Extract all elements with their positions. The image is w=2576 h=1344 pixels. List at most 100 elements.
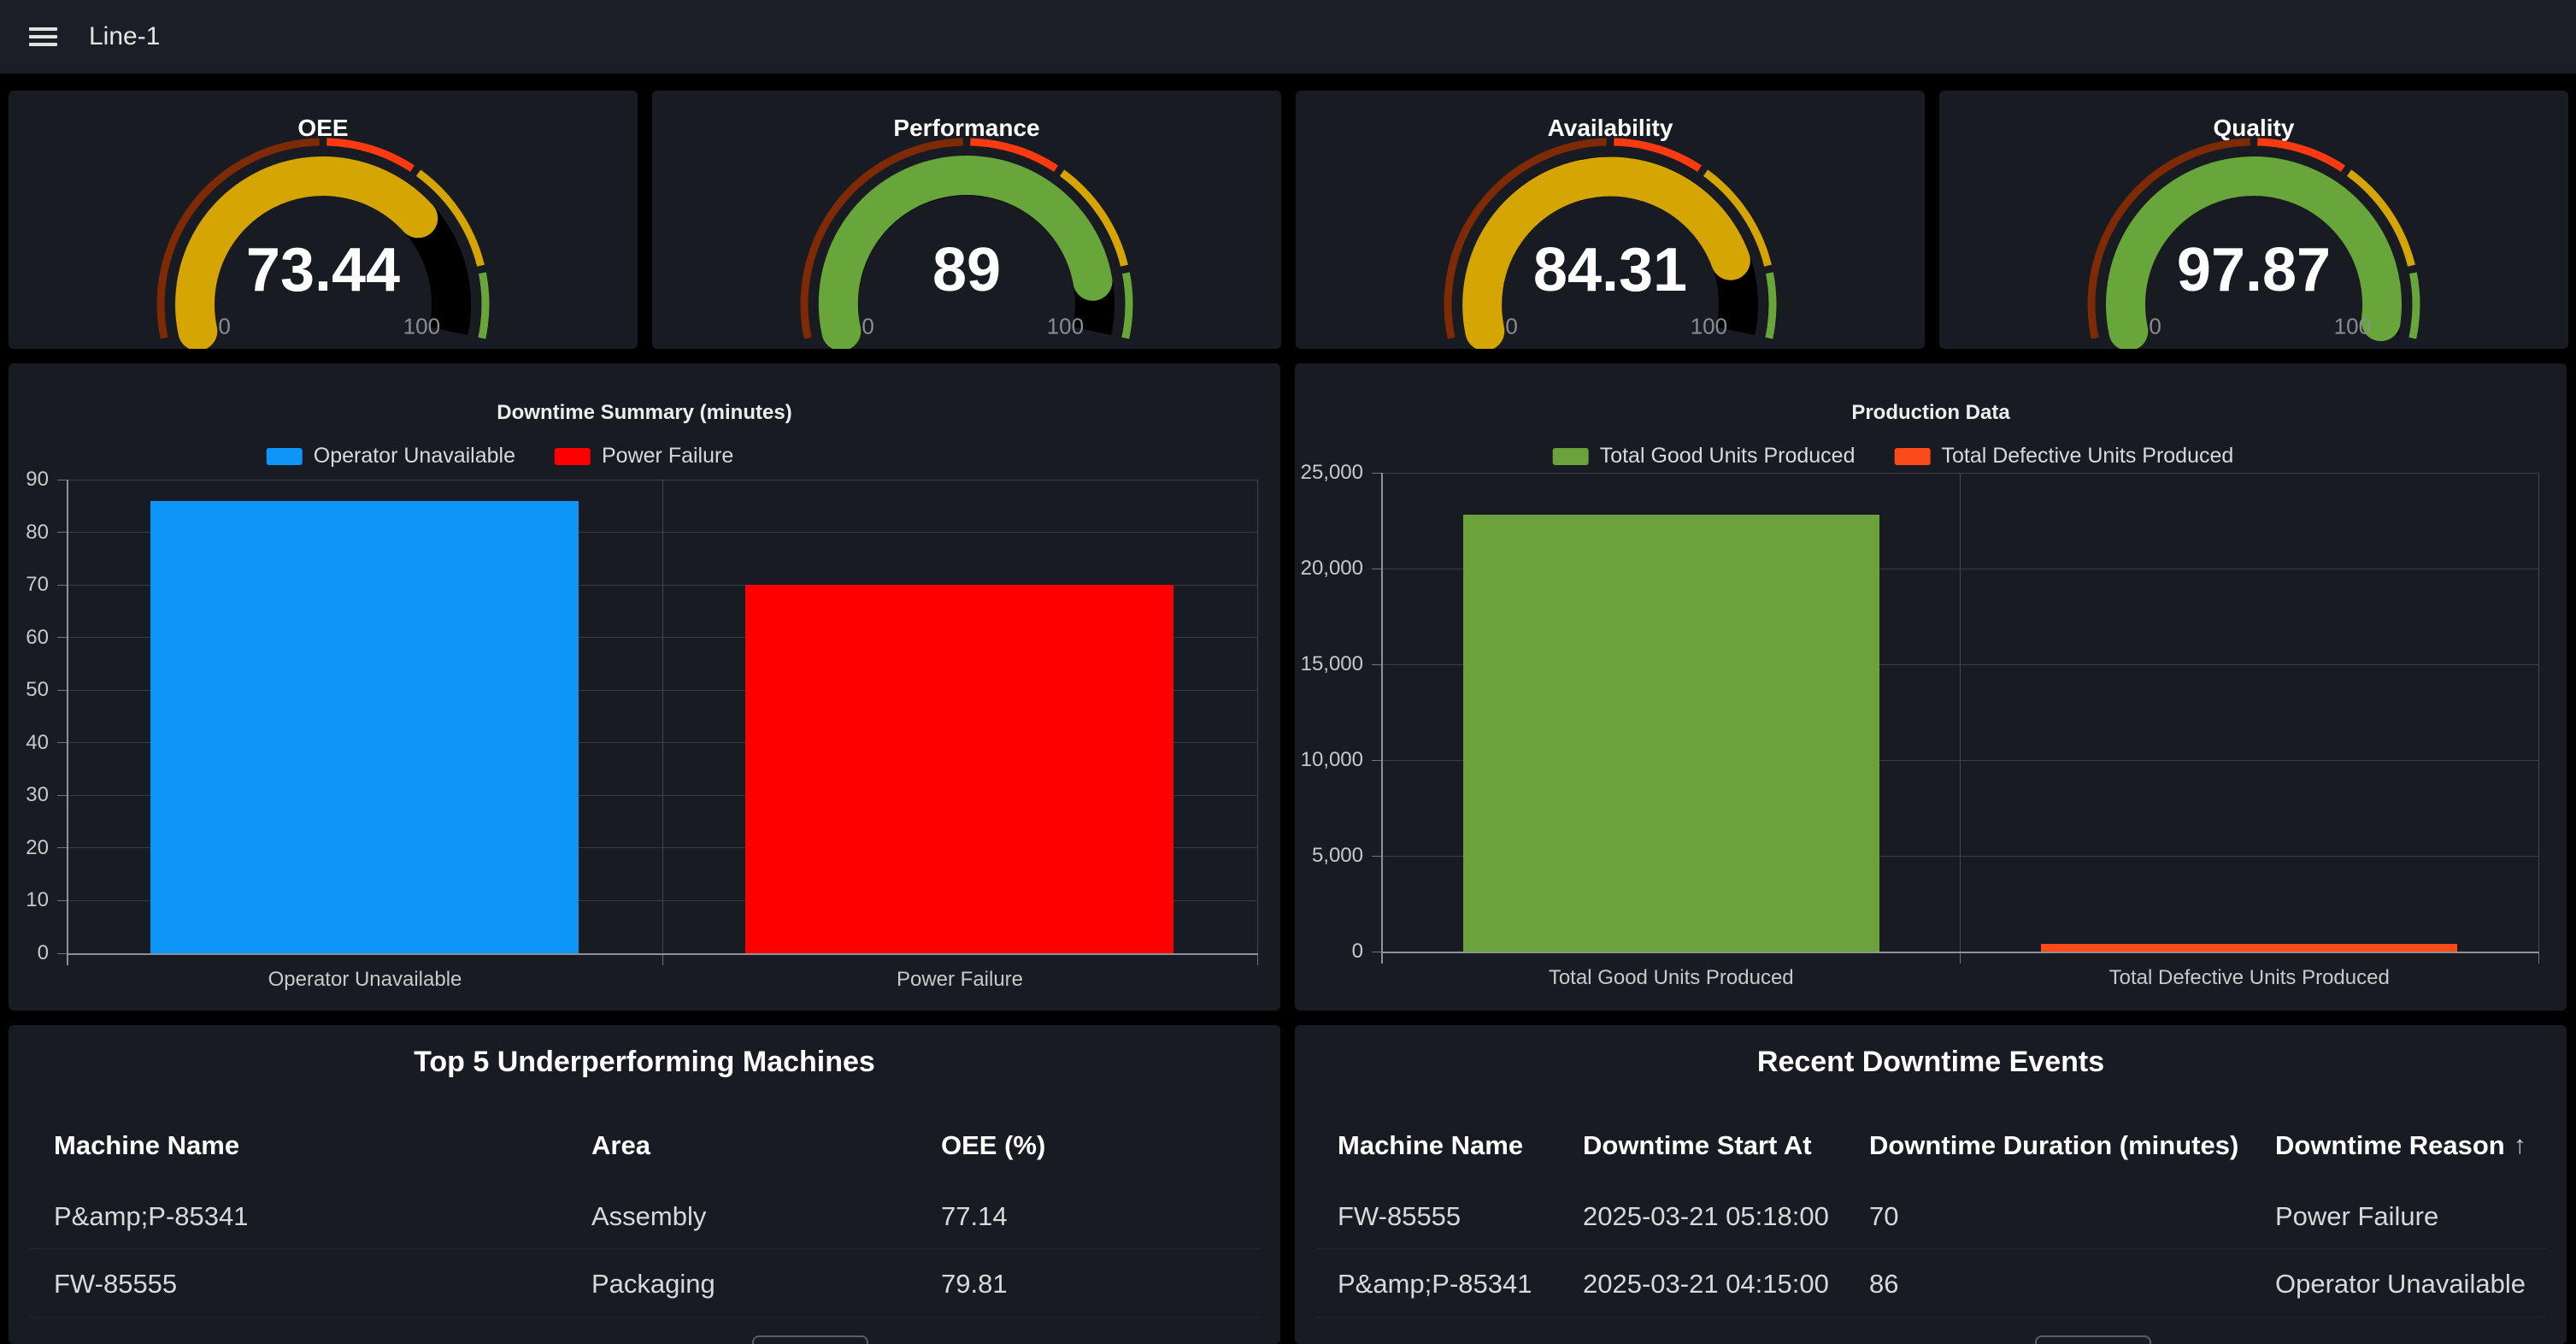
gauge-svg: 0 100 89 (652, 91, 1281, 349)
production-bar-chart: 05,00010,00015,00020,00025,000Total Good… (1295, 363, 2567, 1011)
table-cell: 77.14 (941, 1200, 1008, 1233)
panel-performance: Performance 010089 (652, 91, 1281, 349)
recent-downtime-events-table: Machine Name Downtime Start At Downtime Du… (1295, 1025, 2567, 1344)
hamburger-menu-icon (29, 27, 56, 46)
x-axis-line (67, 953, 1258, 955)
y-tick-label: 40 (9, 730, 49, 756)
y-tick-label: 5,000 (1295, 843, 1363, 869)
category-separator-line (1960, 473, 1961, 952)
gauge-svg: 010073.44 (9, 91, 638, 349)
y-tick-label: 10 (9, 887, 49, 913)
table-cell: Packaging (591, 1268, 715, 1300)
gauge-value-text: 84.31 (1533, 236, 1687, 304)
y-tick-label: 90 (9, 467, 49, 492)
table-cell: Assembly (591, 1200, 706, 1233)
panel-downtime-summary: Downtime Summary (minutes) Operator Unav… (9, 363, 1280, 1011)
dashboard-title: Line-1 (89, 0, 160, 74)
y-tick-label: 50 (9, 677, 49, 703)
column-header[interactable]: Downtime Duration (minutes) (1869, 1129, 2238, 1162)
gauge-svg: 0 10084.31 (1296, 91, 1925, 349)
panel-underperforming-machines: Top 5 Underperforming Machines Machine N… (9, 1025, 1280, 1344)
table-cell: FW-85555 (54, 1268, 177, 1300)
table-cell: 2025-03-21 04:15:00 (1583, 1268, 1829, 1300)
category-separator-line (2538, 473, 2539, 952)
table-cell: P&amp;P-85341 (54, 1200, 248, 1233)
column-header[interactable]: Downtime Start At (1583, 1129, 1812, 1162)
downtime-bar-chart: 0102030405060708090Operator UnavailableP… (9, 363, 1280, 1011)
gauge-min-label: 0 (218, 314, 230, 339)
top-bar: Line-1 (0, 0, 2576, 74)
column-header[interactable]: OEE (%) (941, 1129, 1045, 1162)
column-header[interactable]: Downtime Reason ↑ (2275, 1129, 2526, 1162)
y-tick-label: 30 (9, 782, 49, 808)
y-tick-label: 70 (9, 572, 49, 598)
pagination-button[interactable] (2035, 1335, 2151, 1344)
x-axis-tick (2538, 953, 2539, 964)
menu-button[interactable] (22, 17, 63, 56)
bar (2041, 944, 2457, 952)
category-separator-line (1257, 480, 1258, 953)
underperforming-machines-table: Machine Name Area OEE (%) P&amp;P-85341 Asse… (9, 1025, 1280, 1344)
panel-quality: Quality 010097.87 (1939, 91, 2568, 349)
y-tick-label: 10,000 (1295, 747, 1363, 773)
table-cell: Operator Unavailable (2275, 1268, 2526, 1300)
row-separator (1315, 1248, 2546, 1249)
gauge-max-label: 100 (1691, 314, 1727, 339)
x-axis-tick (1960, 953, 1961, 964)
y-tick-label: 25,000 (1295, 460, 1363, 486)
column-header-label: Area (591, 1129, 650, 1162)
oee-gauge: 010073.44 (9, 91, 638, 349)
gauge-threshold-arc (482, 273, 485, 338)
column-header[interactable]: Machine Name (1338, 1129, 1523, 1162)
table-cell: P&amp;P-85341 (1338, 1268, 1532, 1300)
table-cell: FW-85555 (1338, 1200, 1461, 1233)
y-tick-label: 20 (9, 835, 49, 861)
x-axis-line (1381, 952, 2539, 953)
column-header-label: Downtime Start At (1583, 1129, 1812, 1162)
y-axis-line (67, 480, 68, 965)
table-cell: 2025-03-21 05:18:00 (1583, 1200, 1829, 1233)
x-category-label: Power Failure (662, 967, 1257, 993)
bar (1463, 515, 1879, 952)
x-axis-tick (1257, 955, 1258, 965)
table-cell: 86 (1869, 1268, 1898, 1300)
panel-recent-downtime-events: Recent Downtime Events Machine NameDownt… (1295, 1025, 2567, 1344)
bar (150, 501, 579, 953)
gauge-threshold-arc (1126, 273, 1129, 338)
x-axis-tick (662, 955, 663, 965)
row-separator (29, 1248, 1260, 1249)
table-cell: 70 (1869, 1200, 1898, 1233)
column-header[interactable]: Area (591, 1129, 650, 1162)
category-separator-line (662, 480, 663, 953)
gauge-value-text: 89 (932, 236, 1001, 304)
column-header-label: Machine Name (54, 1129, 239, 1162)
gauge-max-label: 100 (1047, 314, 1084, 339)
x-category-label: Total Good Units Produced (1382, 965, 1961, 991)
y-tick-label: 20,000 (1295, 556, 1363, 581)
x-category-label: Total Defective Units Produced (1961, 965, 2539, 991)
y-tick-label: 80 (9, 520, 49, 545)
gauge-min-label: 0 (2149, 314, 2161, 339)
quality-gauge: 010097.87 (1939, 91, 2568, 349)
table-cell: Power Failure (2275, 1200, 2438, 1233)
sort-ascending-icon: ↑ (2514, 1129, 2526, 1162)
gauge-min-label: 0 (862, 314, 873, 339)
performance-gauge: 0 100 89 (652, 91, 1281, 349)
y-tick-label: 15,000 (1295, 651, 1363, 677)
column-header-label: Downtime Reason (2275, 1129, 2505, 1162)
y-tick-label: 0 (9, 940, 49, 966)
gauge-threshold-arc (2413, 273, 2416, 338)
panel-production-data: Production Data Total Good Units Produce… (1295, 363, 2567, 1011)
gauge-max-label: 100 (2334, 314, 2371, 339)
gauge-value-text: 73.44 (246, 236, 400, 304)
pagination-button[interactable] (752, 1335, 868, 1344)
bar (745, 585, 1173, 953)
column-header-label: Machine Name (1338, 1129, 1523, 1162)
table-cell: 79.81 (941, 1268, 1008, 1300)
gauge-svg: 010097.87 (1939, 91, 2568, 349)
gauge-min-label: 0 (1505, 314, 1517, 339)
column-header[interactable]: Machine Name (54, 1129, 239, 1162)
y-tick-label: 60 (9, 625, 49, 651)
availability-gauge: 0 10084.31 (1296, 91, 1925, 349)
column-header-label: OEE (%) (941, 1129, 1045, 1162)
